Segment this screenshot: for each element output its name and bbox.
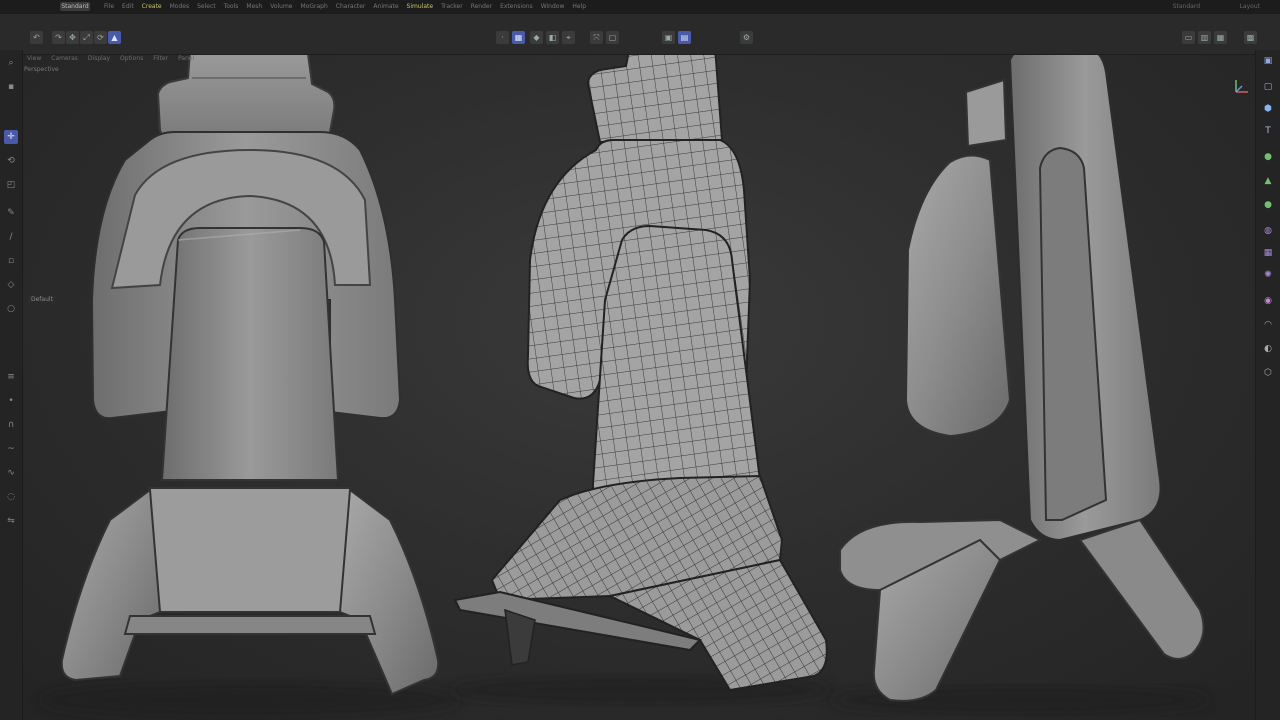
- rotate-tool-icon[interactable]: ⟲: [4, 154, 18, 168]
- weld-icon[interactable]: •: [4, 394, 18, 408]
- viewport-3d[interactable]: [0, 0, 1280, 720]
- undo-icon[interactable]: ↶: [30, 31, 43, 44]
- spline-icon[interactable]: ∿: [4, 466, 18, 480]
- menu-item-file[interactable]: File: [100, 0, 118, 14]
- sky-icon[interactable]: ◠: [1261, 318, 1275, 332]
- snap-icon[interactable]: ⌖: [562, 31, 575, 44]
- edges-mode-icon[interactable]: ▦: [512, 31, 525, 44]
- extrude-icon[interactable]: ▫: [4, 254, 18, 268]
- bevel-icon[interactable]: ◇: [4, 278, 18, 292]
- camera-icon[interactable]: ▦: [1261, 246, 1275, 260]
- menu-item-create[interactable]: Create: [138, 0, 166, 14]
- left-tool-palette: ⌕ ▪ ✛ ⟲ ◰ ✎ / ▫ ◇ ○ ≡ • ∩ ~ ∿ ◌ ⇋: [0, 50, 23, 720]
- menu-item-tools[interactable]: Tools: [220, 0, 243, 14]
- layout-right-label-2[interactable]: Layout: [1240, 0, 1260, 14]
- seat-wireframe-view[interactable]: [450, 45, 830, 704]
- viewport-menu-cameras[interactable]: Cameras: [46, 54, 83, 64]
- smooth-icon[interactable]: ~: [4, 442, 18, 456]
- cloner-icon[interactable]: ●: [1261, 198, 1275, 212]
- knife-icon[interactable]: /: [4, 230, 18, 244]
- viewport-menu-options[interactable]: Options: [115, 54, 148, 64]
- redo-icon[interactable]: ↷: [52, 31, 65, 44]
- cinema4d-window: File Edit Create Modes Select Tools Mesh Volume…: [0, 0, 1280, 720]
- points-mode-icon[interactable]: ·: [496, 31, 509, 44]
- cube-icon[interactable]: ▣: [1261, 54, 1275, 68]
- sphere-icon[interactable]: ▢: [1261, 80, 1275, 94]
- layout-right-label[interactable]: Standard: [1173, 0, 1200, 14]
- render-icon[interactable]: ▤: [678, 31, 691, 44]
- menu-item-tracker[interactable]: Tracker: [437, 0, 467, 14]
- menu-item-mesh[interactable]: Mesh: [242, 0, 266, 14]
- menu-item-extensions[interactable]: Extensions: [496, 0, 537, 14]
- render-settings-icon[interactable]: ⚙: [740, 31, 753, 44]
- viewport-menu-display[interactable]: Display: [83, 54, 115, 64]
- floor-icon[interactable]: ◉: [1261, 294, 1275, 308]
- layout-c-icon[interactable]: ▦: [1214, 31, 1227, 44]
- text-icon[interactable]: T: [1261, 124, 1275, 138]
- loop-icon[interactable]: ○: [4, 302, 18, 316]
- polygons-mode-icon[interactable]: ◆: [530, 31, 543, 44]
- nurbs-icon[interactable]: ▲: [1261, 174, 1275, 188]
- menu-item-volume[interactable]: Volume: [266, 0, 296, 14]
- viewport-menu-view[interactable]: View: [22, 54, 46, 64]
- symmetry-icon[interactable]: ⇋: [4, 514, 18, 528]
- axis-gizmo-icon: [1235, 80, 1248, 93]
- viewport-label: Perspective: [24, 66, 59, 73]
- viewport-menu: View Cameras Display Options Filter Panel: [22, 54, 199, 64]
- menu-item-window[interactable]: Window: [537, 0, 569, 14]
- top-toolbar: ↶ ↷ ✥ ⤢ ⟳ ▲ · ▦ ◆ ◧ ⌖ ⤧ ▢ ▣ ▤ ⚙ ▭ ▥ ▦ ▩: [0, 14, 1280, 55]
- menu-item-animate[interactable]: Animate: [369, 0, 402, 14]
- layout-d-icon[interactable]: ▩: [1244, 31, 1257, 44]
- menu-item-modes[interactable]: Modes: [166, 0, 193, 14]
- viewport-hud: Default: [28, 296, 56, 303]
- viewport-menu-panel[interactable]: Panel: [173, 54, 199, 64]
- scale-tool-icon[interactable]: ◰: [4, 178, 18, 192]
- menu-item-render[interactable]: Render: [467, 0, 496, 14]
- material-icon[interactable]: ◐: [1261, 342, 1275, 356]
- magnet-icon[interactable]: ∩: [4, 418, 18, 432]
- render-view-icon[interactable]: ▣: [662, 31, 675, 44]
- layout-selector[interactable]: Standard: [60, 2, 90, 11]
- rotate-icon[interactable]: ⟳: [94, 31, 107, 44]
- light-icon[interactable]: ✺: [1261, 268, 1275, 282]
- viewport-menu-filter[interactable]: Filter: [148, 54, 173, 64]
- layout-icon[interactable]: ▭: [1182, 31, 1195, 44]
- search-icon[interactable]: ⌕: [4, 56, 18, 70]
- menu-item-help[interactable]: Help: [568, 0, 590, 14]
- seat-front-view[interactable]: [40, 45, 460, 718]
- layout-b-icon[interactable]: ▥: [1198, 31, 1211, 44]
- seat-side-view[interactable]: [830, 45, 1210, 714]
- menu-item-simulate[interactable]: Simulate: [403, 0, 438, 14]
- model-mode-icon[interactable]: ◧: [546, 31, 559, 44]
- deformer-icon[interactable]: ◍: [1261, 224, 1275, 238]
- menu-item-select[interactable]: Select: [193, 0, 220, 14]
- select-icon[interactable]: ▲: [108, 31, 121, 44]
- move-tool-icon[interactable]: ▪: [4, 80, 18, 94]
- move-icon[interactable]: ✥: [66, 31, 79, 44]
- menu-item-character[interactable]: Character: [332, 0, 370, 14]
- menu-item-mograph[interactable]: MoGraph: [297, 0, 332, 14]
- brush-icon[interactable]: ✎: [4, 206, 18, 220]
- axis-icon[interactable]: ⤧: [590, 31, 603, 44]
- right-object-palette: ▣ ▢ ⬢ T ● ▲ ● ◍ ▦ ✺ ◉ ◠ ◐ ⬡: [1255, 50, 1280, 720]
- soft-selection-icon[interactable]: ◌: [4, 490, 18, 504]
- cylinder-icon[interactable]: ⬢: [1261, 102, 1275, 116]
- live-select-icon[interactable]: ✛: [4, 130, 18, 144]
- tag-icon[interactable]: ⬡: [1261, 366, 1275, 380]
- main-menu-bar: File Edit Create Modes Select Tools Mesh Volume…: [0, 0, 1280, 15]
- workplane-icon[interactable]: ▢: [606, 31, 619, 44]
- spline-pen-icon[interactable]: ●: [1261, 150, 1275, 164]
- scale-icon[interactable]: ⤢: [80, 31, 93, 44]
- bridge-icon[interactable]: ≡: [4, 370, 18, 384]
- menu-item-edit[interactable]: Edit: [118, 0, 138, 14]
